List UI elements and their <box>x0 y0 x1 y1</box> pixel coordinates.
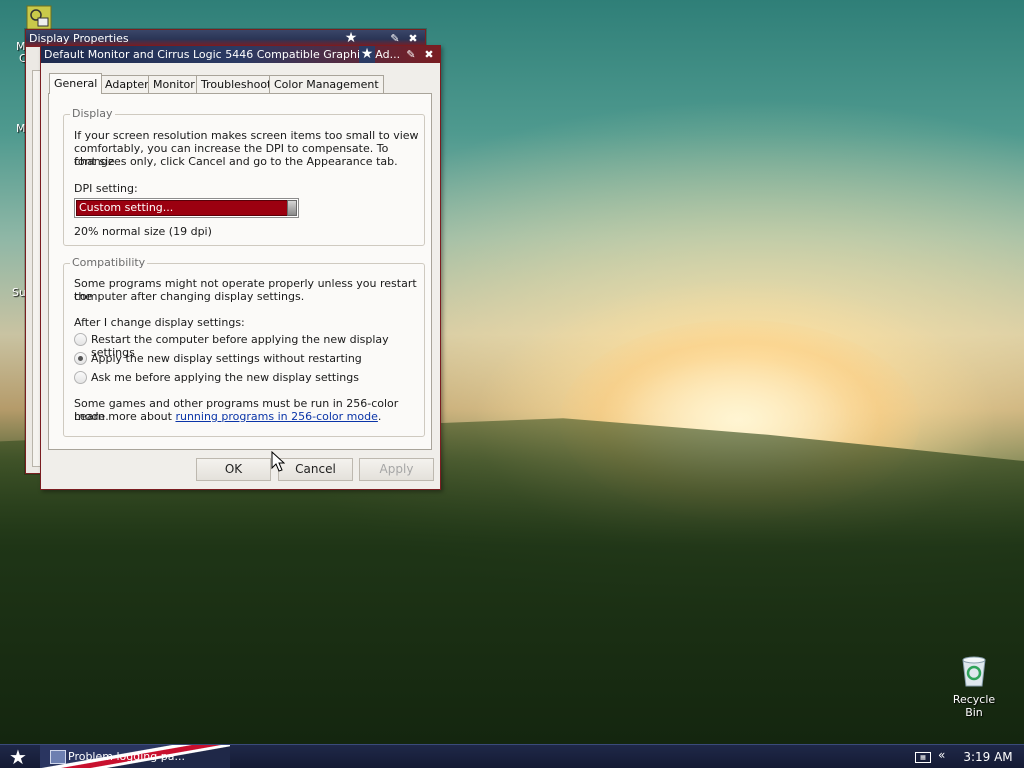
close-icon[interactable]: ✖ <box>421 46 437 63</box>
recycle-bin-label: Recycle Bin <box>952 693 996 719</box>
radio-restart[interactable] <box>74 333 87 346</box>
star-icon[interactable]: ★ <box>359 46 375 63</box>
display-settings-icon <box>26 5 52 31</box>
keyboard-icon[interactable]: ▦ <box>915 752 931 763</box>
tab-color-management[interactable]: Color Management <box>269 75 384 93</box>
general-tab-panel: Display If your screen resolution makes … <box>48 93 432 450</box>
desktop-icon-recycle-bin[interactable]: Recycle Bin <box>944 656 1004 719</box>
radio-ask-me-label[interactable]: Ask me before applying the new display s… <box>91 371 359 384</box>
recycle-bin-icon <box>962 656 986 687</box>
dpi-setting-dropdown[interactable]: Custom setting... <box>74 198 299 218</box>
dialog-title: Default Monitor and Cirrus Logic 5446 Co… <box>44 48 401 61</box>
window-icon <box>50 750 66 764</box>
compatibility-group-title: Compatibility <box>70 256 148 269</box>
tab-troubleshoot[interactable]: Troubleshoot <box>196 75 277 93</box>
radio-apply-without-restart-label[interactable]: Apply the new display settings without r… <box>91 352 362 365</box>
start-button[interactable]: ★ <box>4 746 32 768</box>
tab-monitor[interactable]: Monitor <box>148 75 200 93</box>
star-icon: ★ <box>9 745 27 768</box>
tab-general[interactable]: General <box>49 73 103 94</box>
chevron-left-icon[interactable]: « <box>938 748 945 762</box>
compat-description-line: computer after changing display settings… <box>74 290 305 303</box>
dialog-titlebar[interactable]: Default Monitor and Cirrus Logic 5446 Co… <box>41 46 440 63</box>
display-description-line: font sizes only, click Cancel and go to … <box>74 155 398 168</box>
radio-ask-me[interactable] <box>74 371 87 384</box>
display-group-title: Display <box>70 107 115 120</box>
window-title: Display Properties <box>29 32 129 45</box>
dpi-setting-label: DPI setting: <box>74 182 138 195</box>
taskbar-item-label: Problem logging pa... <box>68 750 185 763</box>
dropdown-arrow-icon[interactable] <box>287 200 297 216</box>
ok-button[interactable]: OK <box>196 458 271 481</box>
radio-apply-without-restart[interactable] <box>74 352 87 365</box>
learn-more-suffix: . <box>377 410 382 423</box>
running-256-color-link[interactable]: running programs in 256-color mode <box>175 410 377 423</box>
compat-footer-learn-more: Learn more about running programs in 256… <box>74 410 381 423</box>
taskbar: ★ Problem logging pa... ▦ « 3:19 AM <box>0 744 1024 768</box>
pin-icon[interactable]: ✎ <box>403 46 419 63</box>
monitor-properties-dialog[interactable]: Default Monitor and Cirrus Logic 5446 Co… <box>40 45 441 490</box>
apply-button[interactable]: Apply <box>359 458 434 481</box>
tab-adapter[interactable]: Adapter <box>100 75 154 93</box>
cancel-button[interactable]: Cancel <box>278 458 353 481</box>
mouse-cursor-icon <box>271 451 285 472</box>
taskbar-item-problem-logging[interactable]: Problem logging pa... <box>40 745 230 768</box>
desktop-icon-label-partial: Su <box>12 286 26 299</box>
after-change-label: After I change display settings: <box>74 316 245 329</box>
display-group: Display If your screen resolution makes … <box>63 107 425 246</box>
dpi-note: 20% normal size (19 dpi) <box>74 225 212 238</box>
taskbar-clock[interactable]: 3:19 AM <box>958 745 1018 768</box>
dpi-setting-value: Custom setting... <box>76 200 288 216</box>
compatibility-group: Compatibility Some programs might not op… <box>63 256 425 437</box>
display-description-line: If your screen resolution makes screen i… <box>74 129 419 142</box>
learn-more-prefix: Learn more about <box>74 410 176 423</box>
